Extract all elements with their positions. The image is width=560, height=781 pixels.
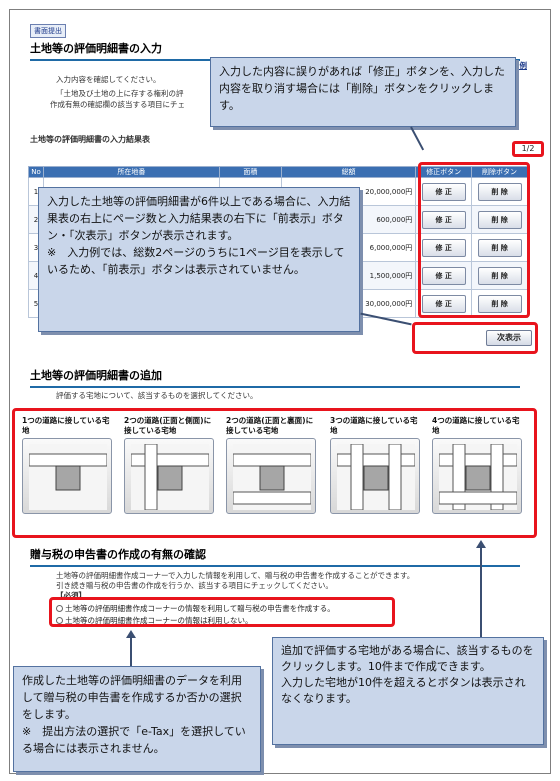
row-amount-value: 20,000,000円: [365, 187, 413, 196]
callout-gift-choice-text-2: ※ 提出方法の選択で「e-Tax」を選択している場合には表示されません。: [22, 725, 246, 755]
callout-arrow: [480, 545, 482, 637]
note-line-2: 作成有無の確認欄の該当する項目にチェ: [50, 100, 185, 109]
gift-option-skip-label: 土地等の評価明細書作成コーナーの情報は利用しない。: [65, 616, 253, 625]
radio-icon[interactable]: [56, 605, 63, 612]
col-total: 総額: [280, 166, 417, 178]
row-amount-value: 1,500,000円: [369, 271, 413, 280]
lot-label: 3つの道路に接している宅地: [330, 416, 418, 435]
col-area: 面積: [218, 166, 282, 178]
lot-select-button[interactable]: [432, 438, 522, 514]
lot-card[interactable]: 1つの道路に接している宅地: [22, 416, 112, 514]
lot-diagram-icon: [233, 444, 311, 510]
callout-arrow: [130, 636, 132, 666]
lot-select-button[interactable]: [226, 438, 316, 514]
row-amount-value: 600,000円: [376, 215, 413, 224]
callout-gift-choice: 作成した土地等の評価明細書のデータを利用して贈与税の申告書を作成するか否かの選択…: [13, 666, 261, 772]
section-title-add: 土地等の評価明細書の追加: [30, 367, 520, 388]
row-amount-value: 30,000,000円: [365, 299, 413, 308]
lot-label: 2つの道路(正面と側面)に接している宅地: [124, 416, 212, 435]
result-table-title: 土地等の評価明細書の入力結果表: [30, 135, 150, 144]
callout-paging-text-1: 入力した土地等の評価明細書が6件以上である場合に、入力結果表の右上にページ数と入…: [47, 195, 351, 242]
gift-option-create[interactable]: 土地等の評価明細書作成コーナーの情報を利用して贈与税の申告書を作成する。: [56, 603, 335, 614]
lot-card[interactable]: 4つの道路に接している宅地: [432, 416, 522, 514]
col-address: 所在地番: [43, 166, 220, 178]
arrowhead-icon: [126, 630, 136, 638]
confirm-text: 入力内容を確認してください。: [56, 75, 161, 84]
callout-paging: 入力した土地等の評価明細書が6件以上である場合に、入力結果表の右上にページ数と入…: [38, 187, 360, 332]
radio-icon[interactable]: [56, 617, 63, 624]
callout-paging-text-2: ※ 入力例では、総数2ページのうちに1ページ目を表示しているため、「前表示」ボタ…: [47, 246, 345, 276]
callout-add-lot-text-2: 入力した宅地が10件を超えるとボタンは表示されなくなります。: [281, 676, 526, 705]
note-line-1: 「土地及び土地の上に存する権利の評: [56, 89, 184, 98]
breadcrumb-button[interactable]: 書面提出: [30, 24, 66, 38]
section-title-gift: 贈与税の申告書の作成の有無の確認: [30, 546, 520, 567]
col-no: No: [27, 166, 45, 178]
callout-edit-delete: 入力した内容に誤りがあれば「修正」ボタンを、入力した内容を取り消す場合には「削除…: [210, 57, 516, 127]
gift-line-2: 引き続き贈与税の申告書の作成を行うか、該当する項目にチェックしてください。: [56, 581, 333, 590]
page-indicator: 1/2: [512, 141, 544, 157]
lot-select-button[interactable]: [330, 438, 420, 514]
row-amount-value: 6,000,000円: [369, 243, 413, 252]
lot-card[interactable]: 2つの道路(正面と裏面)に接している宅地: [226, 416, 316, 514]
lot-card[interactable]: 3つの道路に接している宅地: [330, 416, 420, 514]
lot-diagram-icon: [337, 444, 415, 510]
add-instruction: 評価する宅地について、該当するものを選択してください。: [56, 391, 258, 400]
lot-diagram-icon: [439, 444, 517, 510]
next-page-button[interactable]: 次表示: [486, 330, 532, 346]
lot-label: 1つの道路に接している宅地: [22, 416, 110, 435]
gift-option-create-label: 土地等の評価明細書作成コーナーの情報を利用して贈与税の申告書を作成する。: [65, 604, 335, 613]
edit-delete-highlight: [418, 162, 530, 318]
lot-card[interactable]: 2つの道路(正面と側面)に接している宅地: [124, 416, 214, 514]
lot-diagram-icon: [131, 444, 209, 510]
callout-add-lot: 追加で評価する宅地がある場合に、該当するものをクリックします。10件まで作成でき…: [272, 637, 544, 745]
lot-label: 2つの道路(正面と裏面)に接している宅地: [226, 416, 314, 435]
gift-option-skip[interactable]: 土地等の評価明細書作成コーナーの情報は利用しない。: [56, 615, 253, 626]
lot-select-button[interactable]: [124, 438, 214, 514]
lot-label: 4つの道路に接している宅地: [432, 416, 520, 435]
callout-edit-delete-text: 入力した内容に誤りがあれば「修正」ボタンを、入力した内容を取り消す場合には「削除…: [219, 65, 505, 112]
arrowhead-icon: [476, 540, 486, 548]
lot-diagram-icon: [29, 444, 107, 510]
callout-add-lot-text-1: 追加で評価する宅地がある場合に、該当するものをクリックします。10件まで作成でき…: [281, 644, 534, 673]
callout-gift-choice-text-1: 作成した土地等の評価明細書のデータを利用して贈与税の申告書を作成するか否かの選択…: [22, 674, 242, 721]
lot-select-button[interactable]: [22, 438, 112, 514]
